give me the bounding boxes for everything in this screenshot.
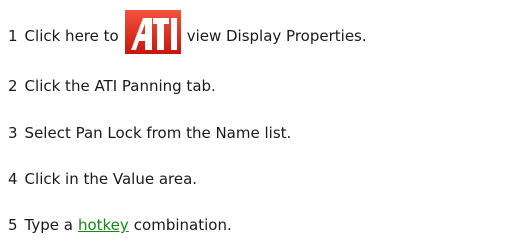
step-text: Click here to — [24, 27, 119, 45]
step-number: 1 — [8, 27, 18, 45]
step-2: 2 Click the ATI Panning tab. — [8, 75, 216, 97]
step-5: 5 Type a hotkey combination. — [8, 214, 232, 236]
ati-logo-icon[interactable] — [124, 10, 181, 54]
step-4: 4 Click in the Value area. — [8, 168, 197, 190]
step-text: Select Pan Lock from the Name list. — [24, 124, 292, 142]
step-text-suffix: combination. — [133, 216, 232, 234]
step-text: Click in the Value area. — [24, 170, 198, 188]
step-text-suffix: view Display Properties. — [186, 27, 367, 45]
step-number: 4 — [8, 170, 18, 188]
hotkey-link[interactable]: hotkey — [78, 214, 129, 236]
step-number: 2 — [8, 77, 18, 95]
step-number: 5 — [8, 216, 18, 234]
step-number: 3 — [8, 124, 18, 142]
step-3: 3 Select Pan Lock from the Name list. — [8, 122, 291, 144]
step-text: Click the ATI Panning tab. — [24, 77, 216, 95]
step-1: 1 Click here to view Display Properties. — [8, 10, 367, 54]
step-text: Type a — [24, 216, 73, 234]
